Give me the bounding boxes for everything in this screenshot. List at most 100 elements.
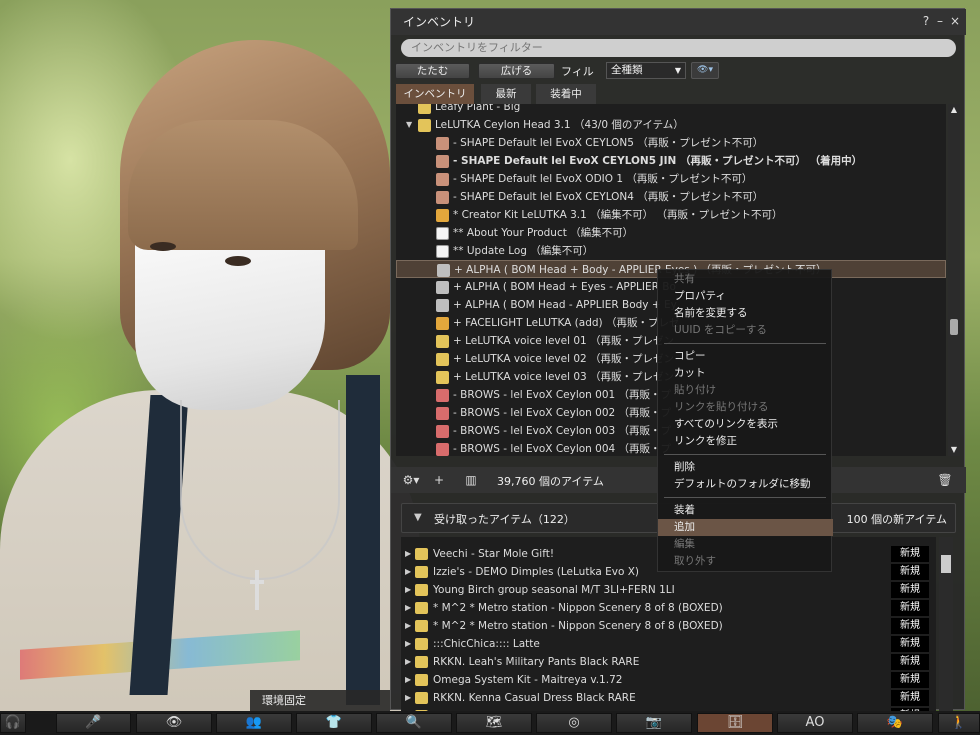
- received-item-row[interactable]: ▶ RKKN. Leah's Military Pants Black RARE 新…: [401, 653, 936, 671]
- menu-item[interactable]: 削除: [658, 459, 833, 476]
- gesture-icon: [436, 353, 449, 366]
- menu-item[interactable]: リンクを修正: [658, 433, 833, 450]
- new-window-icon[interactable]: ▥: [463, 472, 479, 488]
- expand-triangle-icon[interactable]: ▶: [405, 545, 411, 563]
- tab-inventory[interactable]: インベントリ: [396, 84, 474, 104]
- ao-label[interactable]: AO: [777, 713, 853, 733]
- scroll-thumb[interactable]: [941, 555, 951, 573]
- add-icon[interactable]: +: [431, 472, 447, 488]
- expand-triangle-icon[interactable]: ▶: [405, 635, 411, 653]
- scroll-up-icon[interactable]: ▲: [948, 104, 960, 116]
- view-options-button[interactable]: 👁▾: [691, 62, 719, 79]
- tree-row[interactable]: * Creator Kit LeLUTKA 3.1 （編集不可） （再販・プレゼ…: [396, 206, 946, 224]
- headset-icon[interactable]: 🎧: [0, 713, 26, 733]
- scroll-down-icon[interactable]: ▼: [948, 444, 960, 456]
- expand-triangle-icon[interactable]: ▼: [406, 116, 412, 134]
- collapse-button[interactable]: たたむ: [395, 63, 470, 79]
- expand-button[interactable]: 広げる: [478, 63, 555, 79]
- received-scrollbar[interactable]: [939, 537, 953, 711]
- received-item-row[interactable]: ▶ RKKN. Kenna Casual Dress Black RARE 新規: [401, 689, 936, 707]
- walk-icon[interactable]: 🚶: [938, 713, 980, 733]
- menu-item[interactable]: デフォルトのフォルダに移動: [658, 476, 833, 493]
- received-item-label: * M^2 * Metro station - Nippon Scenery 8…: [433, 620, 723, 632]
- avatar-strap-right: [346, 375, 380, 705]
- tree-row-label: + LeLUTKA voice level 01 （再販・プレゼン: [453, 335, 675, 347]
- bodypart-icon: [436, 443, 449, 456]
- tree-row[interactable]: ▼ LeLUTKA Ceylon Head 3.1 （43/0 個のアイテム）: [396, 116, 946, 134]
- menu-separator: [664, 454, 826, 455]
- menu-item[interactable]: プロパティ: [658, 288, 833, 305]
- gestures-icon[interactable]: 🎭: [857, 713, 933, 733]
- received-item-row[interactable]: ▶ Omega System Kit - Maitreya v.1.72 新規: [401, 671, 936, 689]
- inventory-scrollbar[interactable]: ▲ ▼: [948, 104, 960, 456]
- folder-open-icon: [418, 119, 431, 132]
- scroll-thumb[interactable]: [950, 319, 958, 335]
- received-item-row[interactable]: ▶ * M^2 * Metro station - Nippon Scenery …: [401, 617, 936, 635]
- minimap-icon[interactable]: ◎: [536, 713, 612, 733]
- new-badge: 新規: [891, 654, 929, 670]
- eye-icon[interactable]: 👁: [136, 713, 212, 733]
- clothing-icon: [437, 264, 450, 277]
- inventory-icon[interactable]: 🗄: [697, 713, 773, 733]
- tree-row[interactable]: - SHAPE Default lel EvoX CEYLON4 （再販・プレゼ…: [396, 188, 946, 206]
- close-icon[interactable]: ×: [947, 13, 963, 29]
- shirt-icon[interactable]: 👕: [296, 713, 372, 733]
- received-item-label: Omega System Kit - Maitreya v.1.72: [433, 674, 623, 686]
- avatar-eye-right: [225, 256, 251, 266]
- menu-item[interactable]: カット: [658, 365, 833, 382]
- object-icon: [436, 209, 449, 222]
- gear-icon[interactable]: ⚙▾: [399, 472, 423, 488]
- menu-item[interactable]: 名前を変更する: [658, 305, 833, 322]
- tab-recent[interactable]: 最新: [481, 84, 531, 104]
- menu-item[interactable]: 装着: [658, 502, 833, 519]
- notecard-icon: [436, 227, 449, 240]
- eye-icon: 👁▾: [697, 65, 713, 75]
- title-bar[interactable]: インベントリ ? – ×: [391, 9, 966, 35]
- menu-item[interactable]: コピー: [658, 348, 833, 365]
- folder-icon: [415, 602, 428, 614]
- tab-worn[interactable]: 装着中: [536, 84, 596, 104]
- tree-row[interactable]: ** About Your Product （編集不可）: [396, 224, 946, 242]
- avatar-eye-left: [150, 242, 176, 251]
- expand-triangle-icon[interactable]: ▶: [405, 689, 411, 707]
- received-item-row[interactable]: ▶ * M^2 * Metro station - Nippon Scenery …: [401, 599, 936, 617]
- collapse-triangle-icon[interactable]: ▼: [414, 512, 422, 523]
- expand-triangle-icon[interactable]: ▶: [405, 671, 411, 689]
- avatar-necklace: [180, 400, 340, 580]
- search-icon[interactable]: 🔍: [376, 713, 452, 733]
- tree-row-label: + LeLUTKA voice level 02 （再販・プレゼン: [453, 353, 675, 365]
- minimize-icon[interactable]: –: [932, 13, 948, 29]
- tree-row[interactable]: - SHAPE Default lel EvoX ODIO 1 （再販・プレゼン…: [396, 170, 946, 188]
- trash-icon[interactable]: 🗑: [937, 472, 953, 488]
- camera-icon[interactable]: 📷: [616, 713, 692, 733]
- expand-triangle-icon[interactable]: ▶: [405, 581, 411, 599]
- tree-row[interactable]: ** Update Log （編集不可）: [396, 242, 946, 260]
- expand-triangle-icon[interactable]: ▶: [405, 599, 411, 617]
- expand-triangle-icon[interactable]: ▶: [405, 617, 411, 635]
- tree-row[interactable]: Leafy Plant - Big: [396, 104, 946, 116]
- microphone-icon[interactable]: 🎤: [56, 713, 131, 733]
- item-type-select[interactable]: 全種類 ▼: [606, 62, 686, 79]
- people-icon[interactable]: 👥: [216, 713, 292, 733]
- tree-row[interactable]: - SHAPE Default lel EvoX CEYLON5 JIN （再販…: [396, 152, 946, 170]
- tree-row-label: Leafy Plant - Big: [435, 104, 521, 113]
- tree-row[interactable]: - SHAPE Default lel EvoX CEYLON5 （再販・プレゼ…: [396, 134, 946, 152]
- tree-row-label: * Creator Kit LeLUTKA 3.1 （編集不可） （再販・プレゼ…: [453, 209, 783, 221]
- cross-pendant: [250, 570, 264, 610]
- tree-row-label: - SHAPE Default lel EvoX CEYLON5 JIN （再販…: [453, 155, 863, 167]
- viewer-screen: インベントリ ? – × たたむ 広げる フィル 全種類 ▼ 👁▾ インベントリ…: [0, 0, 980, 735]
- tree-row-label: + ALPHA ( BOM Head - APPLIER Body + Ey: [453, 299, 677, 311]
- expand-triangle-icon[interactable]: ▶: [405, 563, 411, 581]
- received-item-label: Izzie's - DEMO Dimples (LeLutka Evo X): [433, 566, 640, 578]
- menu-item[interactable]: 追加: [658, 519, 833, 536]
- expand-triangle-icon[interactable]: ▶: [405, 653, 411, 671]
- received-item-row[interactable]: ▶ Young Birch group seasonal M/T 3LI+FERN…: [401, 581, 936, 599]
- menu-item[interactable]: すべてのリンクを表示: [658, 416, 833, 433]
- folder-icon: [415, 656, 428, 668]
- item-type-select-value: 全種類: [611, 64, 643, 76]
- bodypart-icon: [436, 407, 449, 420]
- received-item-row[interactable]: ▶:::ChicChica:::: Latte 新規: [401, 635, 936, 653]
- filter-label: フィル: [561, 65, 594, 78]
- map-icon[interactable]: 🗺: [456, 713, 532, 733]
- inventory-filter-input[interactable]: [401, 39, 956, 57]
